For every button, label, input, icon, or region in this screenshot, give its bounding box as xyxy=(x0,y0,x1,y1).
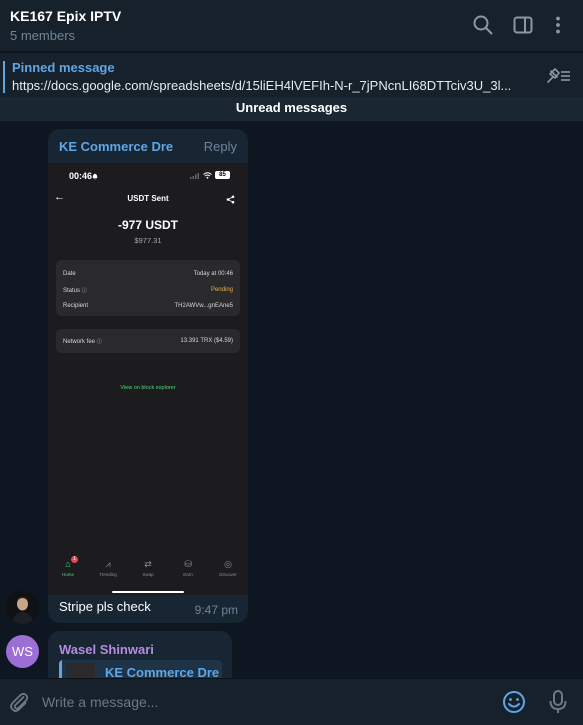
member-count[interactable]: 5 members xyxy=(10,28,75,43)
pinned-text: https://docs.google.com/spreadsheets/d/1… xyxy=(12,78,512,93)
fee-value: 13.391 TRX ($4.59) xyxy=(180,338,233,344)
message-composer xyxy=(0,678,583,725)
bell-icon xyxy=(92,173,98,180)
unread-divider: Unread messages xyxy=(0,97,583,121)
detail-value: Today at 00:46 xyxy=(193,271,233,277)
wifi-icon xyxy=(203,172,212,179)
pinned-message-bar[interactable]: Pinned message https://docs.google.com/s… xyxy=(0,53,583,99)
earn-icon: ⛁ xyxy=(184,559,192,569)
nav-trending: ⩘ Trending xyxy=(88,559,128,577)
info-icon: ⓘ xyxy=(81,288,87,294)
info-icon: ⓘ xyxy=(96,339,102,345)
status-pending-value: Pending xyxy=(210,287,233,293)
detail-value: TH2AWVw...gnEAne5 xyxy=(174,303,233,309)
detail-label: Date xyxy=(63,271,76,277)
attach-icon[interactable] xyxy=(7,690,31,714)
nav-discover: ◎ Discover xyxy=(208,559,248,577)
swap-icon: ⇄ xyxy=(144,559,152,569)
chat-header: KE167 Epix IPTV 5 members xyxy=(0,0,583,52)
search-icon[interactable] xyxy=(471,13,495,37)
pinned-accent-bar xyxy=(3,61,5,93)
reply-quote[interactable]: KE Commerce Dre xyxy=(59,660,222,678)
quote-thumbnail xyxy=(65,663,95,678)
message-bubble[interactable]: Wasel Shinwari KE Commerce Dre xyxy=(48,631,232,678)
phone-screen-title: USDT Sent xyxy=(127,194,169,203)
message-text: Stripe pls check xyxy=(59,599,151,614)
pin-list-icon[interactable] xyxy=(544,66,572,86)
phone-bottom-nav: ⌂ Home 1 ⩘ Trending ⇄ Swap ⛁ Earn ◎ Disc… xyxy=(48,556,248,589)
chat-title[interactable]: KE167 Epix IPTV xyxy=(10,8,121,24)
phone-usd-value: $977.31 xyxy=(134,236,162,245)
quote-accent-bar xyxy=(59,660,62,678)
message-bubble[interactable]: KE Commerce Dre Reply 00:46 85 ← USDT Se… xyxy=(48,129,248,623)
home-indicator xyxy=(112,591,184,593)
trending-icon: ⩘ xyxy=(105,559,111,569)
discover-icon: ◎ xyxy=(224,559,232,569)
phone-status-time: 00:46 xyxy=(69,171,93,181)
network-fee-card: Network fee ⓘ 13.391 TRX ($4.59) xyxy=(56,329,240,353)
photo-attachment[interactable]: 00:46 85 ← USDT Sent -977 USDT $977.31 D… xyxy=(48,163,248,595)
message-sender[interactable]: Wasel Shinwari xyxy=(59,642,154,657)
detail-label: Status ⓘ xyxy=(63,288,87,294)
fee-label: Network fee ⓘ xyxy=(63,339,102,345)
message-input[interactable] xyxy=(42,691,482,713)
home-icon: ⌂ xyxy=(65,559,71,569)
avatar[interactable] xyxy=(6,591,39,624)
message-list[interactable]: KE Commerce Dre Reply 00:46 85 ← USDT Se… xyxy=(0,121,583,678)
user-photo-icon xyxy=(6,591,39,624)
sidebar-toggle-icon[interactable] xyxy=(511,13,535,37)
message-sender[interactable]: KE Commerce Dre xyxy=(59,139,173,154)
transaction-details-card: Date Today at 00:46 Status ⓘ Pending Rec… xyxy=(56,260,240,316)
avatar[interactable]: WS xyxy=(6,635,39,668)
quote-sender: KE Commerce Dre xyxy=(105,665,220,678)
detail-label: Recipient xyxy=(63,303,89,309)
message-time: 9:47 pm xyxy=(194,603,238,617)
more-icon[interactable] xyxy=(546,13,570,37)
battery-icon: 85 xyxy=(215,171,230,179)
microphone-icon[interactable] xyxy=(546,689,570,715)
share-icon xyxy=(226,195,235,204)
pinned-label: Pinned message xyxy=(12,60,115,75)
notification-badge: 1 xyxy=(71,556,78,563)
signal-icon xyxy=(190,173,199,179)
block-explorer-link: View on block explorer xyxy=(120,385,176,391)
phone-amount: -977 USDT xyxy=(117,218,179,232)
nav-earn: ⛁ Earn xyxy=(168,559,208,577)
reply-button[interactable]: Reply xyxy=(204,139,237,154)
nav-home: ⌂ Home 1 xyxy=(48,556,88,577)
emoji-icon[interactable] xyxy=(501,689,527,715)
nav-swap: ⇄ Swap xyxy=(128,559,168,577)
